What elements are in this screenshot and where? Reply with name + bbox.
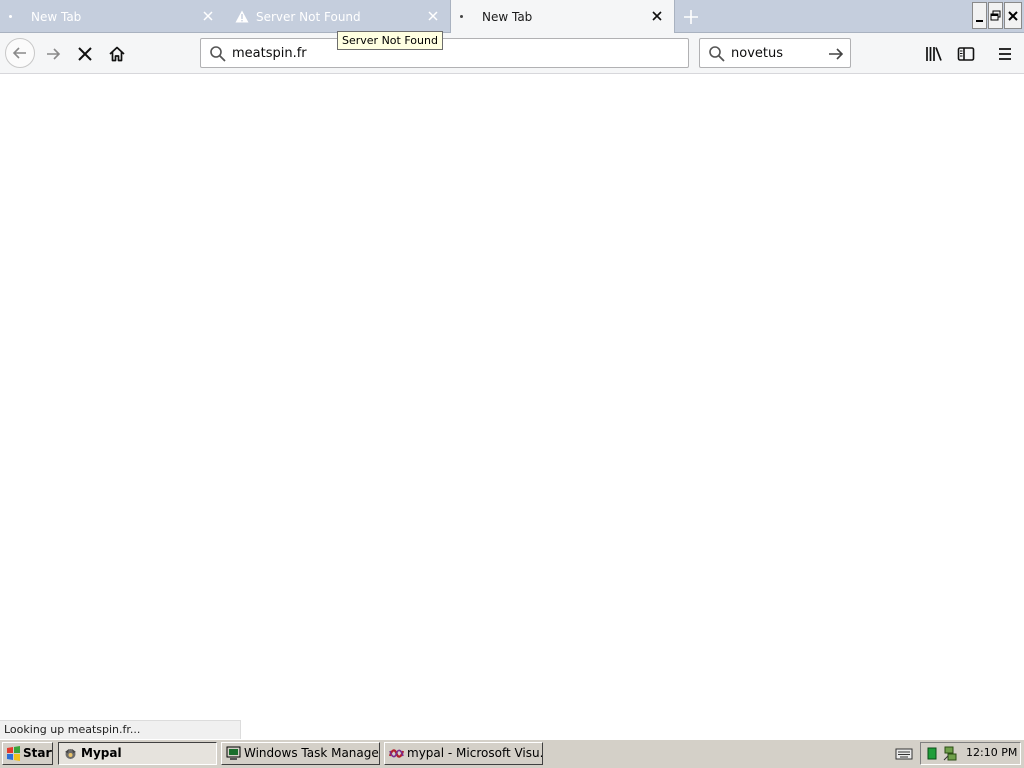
task-manager-icon	[226, 746, 241, 760]
back-arrow-icon	[12, 47, 26, 59]
tab-tooltip: Server Not Found	[337, 31, 443, 50]
green-status-icon[interactable]	[927, 747, 937, 760]
hamburger-menu-icon	[999, 48, 1011, 60]
taskbar-button-label: Windows Task Manager	[244, 746, 380, 760]
tab-new-tab-1[interactable]: New Tab	[0, 0, 225, 33]
windows-logo-icon	[7, 746, 20, 761]
stop-x-icon	[78, 47, 92, 61]
search-value[interactable]: novetus	[731, 46, 783, 61]
tab-favicon-dot	[9, 15, 12, 18]
search-icon	[709, 46, 725, 62]
taskbar-button-task-manager[interactable]: Windows Task Manager	[221, 742, 380, 765]
tab-title: New Tab	[482, 10, 533, 24]
forward-button[interactable]	[39, 40, 67, 68]
minimize-button[interactable]	[972, 2, 987, 29]
windows-taskbar: Start Mypal Windows Task Manager mypal -…	[0, 739, 1024, 768]
taskbar-button-visual-studio[interactable]: mypal - Microsoft Visu...	[384, 742, 543, 765]
restore-icon	[990, 10, 1001, 21]
system-tray: 12:10 PM	[920, 742, 1021, 765]
tab-strip: New Tab Server Not Found New Tab	[0, 0, 1024, 34]
start-label: Start	[23, 746, 52, 760]
tab-new-tab-active[interactable]: New Tab	[450, 0, 675, 34]
minimize-icon	[976, 20, 983, 22]
stop-button[interactable]	[71, 40, 99, 68]
sidebar-button[interactable]	[952, 40, 980, 68]
network-icon[interactable]	[942, 746, 958, 762]
keyboard-icon[interactable]	[895, 747, 913, 761]
warning-icon	[235, 10, 249, 23]
home-button[interactable]	[103, 40, 131, 68]
visual-studio-icon	[389, 749, 404, 758]
home-icon	[109, 46, 125, 62]
menu-button[interactable]	[991, 40, 1019, 68]
library-icon	[926, 47, 942, 61]
navigation-toolbar: meatspin.fr novetus	[0, 33, 1024, 74]
taskbar-button-label: Mypal	[81, 746, 122, 760]
new-tab-plus-icon[interactable]	[680, 6, 702, 28]
tab-server-not-found[interactable]: Server Not Found	[225, 0, 450, 33]
start-button[interactable]: Start	[2, 742, 53, 765]
page-content[interactable]	[0, 74, 1024, 738]
search-icon	[210, 46, 226, 62]
sidebar-icon	[957, 47, 975, 61]
close-window-button[interactable]	[1004, 2, 1022, 29]
taskbar-button-label: mypal - Microsoft Visu...	[407, 746, 543, 760]
restore-button[interactable]	[988, 2, 1003, 29]
tab-title: Server Not Found	[256, 10, 361, 24]
go-arrow-icon[interactable]	[827, 45, 845, 63]
status-panel: Looking up meatspin.fr...	[0, 720, 241, 739]
clock[interactable]: 12:10 PM	[966, 746, 1017, 759]
library-button[interactable]	[920, 40, 948, 68]
close-icon	[1008, 11, 1018, 21]
tab-title: New Tab	[31, 10, 82, 24]
back-button[interactable]	[5, 38, 35, 68]
forward-arrow-icon	[47, 48, 61, 60]
tab-favicon-dot	[460, 15, 463, 18]
search-bar[interactable]: novetus	[699, 38, 851, 68]
close-icon[interactable]	[201, 9, 215, 23]
close-icon[interactable]	[650, 9, 664, 23]
close-icon[interactable]	[426, 9, 440, 23]
taskbar-button-mypal[interactable]: Mypal	[58, 742, 217, 765]
url-value[interactable]: meatspin.fr	[232, 46, 307, 61]
url-bar[interactable]: meatspin.fr	[200, 38, 689, 68]
mypal-browser-icon	[65, 749, 76, 759]
